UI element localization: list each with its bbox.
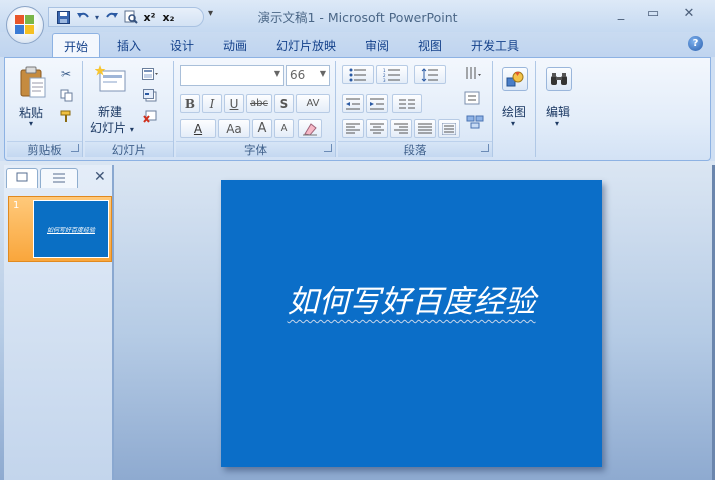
restore-button[interactable]: ▭ — [643, 6, 663, 21]
clear-formatting-icon[interactable] — [298, 119, 322, 138]
paragraph-caption: 段落 — [338, 141, 492, 157]
slides-tab-icon — [16, 172, 28, 182]
outline-tab-icon — [53, 173, 65, 183]
underline-button[interactable]: U — [224, 94, 244, 113]
new-slide-button[interactable]: 幻灯片 ▾ — [90, 119, 134, 136]
line-spacing-icon[interactable] — [414, 65, 446, 84]
slides-pane: ✕ 1 如何写好百度经验 — [4, 165, 114, 480]
reset-slide-icon[interactable] — [141, 87, 159, 103]
paragraph-group: 123 段落 — [338, 61, 493, 157]
tab-animations[interactable]: 动画 — [223, 37, 247, 54]
numbering-icon[interactable]: 123 — [376, 65, 408, 84]
font-launcher-icon[interactable] — [324, 144, 332, 152]
window-title: 演示文稿1 - Microsoft PowerPoint — [257, 10, 458, 25]
strikethrough-button[interactable]: abc — [246, 94, 272, 113]
clipboard-group: 粘贴 ▾ ✂ 剪贴板 — [7, 61, 83, 157]
drawing-icon — [502, 67, 528, 91]
slides-caption: 幻灯片 — [85, 141, 173, 157]
outline-tab[interactable] — [40, 168, 78, 188]
align-left-icon[interactable] — [342, 119, 364, 138]
align-text-icon[interactable] — [460, 90, 486, 106]
close-pane-icon[interactable]: ✕ — [94, 169, 106, 185]
ribbon-tabs: 开始 插入 设计 动画 幻灯片放映 审阅 视图 开发工具 ? — [0, 32, 715, 58]
distributed-icon[interactable] — [438, 119, 460, 138]
ribbon: 粘贴 ▾ ✂ 剪贴板 新建 幻灯片 ▾ 幻灯片 ▼ 66 ▼ B I U abc… — [4, 57, 711, 161]
minimize-button[interactable]: _ — [611, 6, 631, 21]
title-bar: ▾ x² x₂ ▾ 演示文稿1 - Microsoft PowerPoint _… — [0, 0, 715, 32]
drawing-group[interactable]: 绘图 ▾ — [495, 61, 536, 157]
tab-review[interactable]: 审阅 — [365, 37, 389, 54]
layout-icon[interactable] — [141, 66, 159, 82]
new-slide-label[interactable]: 新建 — [98, 103, 122, 120]
justify-icon[interactable] — [414, 119, 436, 138]
slide-title[interactable]: 如何写好百度经验 — [221, 276, 602, 321]
delete-slide-icon[interactable] — [141, 108, 159, 124]
font-caption: 字体 — [176, 141, 335, 157]
slides-tab[interactable] — [6, 168, 38, 188]
paste-dropdown-icon[interactable]: ▾ — [29, 119, 33, 128]
increase-indent-icon[interactable] — [366, 94, 388, 113]
slide-thumbnail-title: 如何写好百度经验 — [46, 226, 95, 234]
font-color-button[interactable]: A — [180, 119, 216, 138]
tab-view[interactable]: 视图 — [418, 37, 442, 54]
tab-slideshow[interactable]: 幻灯片放映 — [276, 37, 336, 54]
change-case-button[interactable]: Aa — [218, 119, 250, 138]
office-button[interactable] — [6, 6, 44, 44]
cut-icon[interactable]: ✂ — [57, 66, 75, 82]
grow-font-button[interactable]: A — [252, 119, 272, 138]
slides-group: 新建 幻灯片 ▾ 幻灯片 — [85, 61, 174, 157]
bold-button[interactable]: B — [180, 94, 200, 113]
italic-button[interactable]: I — [202, 94, 222, 113]
bullets-icon[interactable] — [342, 65, 374, 84]
paste-icon[interactable] — [19, 66, 47, 100]
align-right-icon[interactable] — [390, 119, 412, 138]
character-spacing-button[interactable]: AV — [296, 94, 330, 113]
text-shadow-button[interactable]: S — [274, 94, 294, 113]
font-name-combobox[interactable]: ▼ — [180, 65, 284, 86]
editing-button[interactable]: 编辑 — [546, 103, 570, 120]
smartart-icon[interactable] — [462, 114, 488, 130]
slide-thumbnail-row[interactable]: 1 如何写好百度经验 — [8, 196, 112, 262]
decrease-indent-icon[interactable] — [342, 94, 364, 113]
svg-text:3: 3 — [383, 78, 386, 82]
tab-insert[interactable]: 插入 — [117, 37, 141, 54]
new-slide-icon[interactable] — [94, 65, 127, 95]
tab-design[interactable]: 设计 — [170, 37, 194, 54]
clipboard-caption: 剪贴板 — [7, 141, 82, 157]
clipboard-launcher-icon[interactable] — [71, 144, 79, 152]
columns-icon[interactable] — [392, 94, 422, 113]
copy-icon[interactable] — [57, 87, 75, 103]
drawing-dropdown-icon[interactable]: ▾ — [511, 119, 515, 128]
drawing-button[interactable]: 绘图 — [502, 103, 526, 120]
binoculars-icon — [546, 67, 572, 91]
workspace: ✕ 1 如何写好百度经验 如何写好百度经验 — [0, 161, 715, 480]
tab-home[interactable]: 开始 — [52, 33, 100, 58]
shrink-font-button[interactable]: A — [274, 119, 294, 138]
office-logo-icon — [15, 15, 35, 35]
font-size-combobox[interactable]: 66 ▼ — [286, 65, 330, 86]
close-button[interactable]: ✕ — [679, 6, 699, 21]
align-center-icon[interactable] — [366, 119, 388, 138]
paragraph-launcher-icon[interactable] — [481, 144, 489, 152]
text-direction-icon[interactable] — [460, 65, 486, 81]
font-group: ▼ 66 ▼ B I U abc S AV A Aa A A 字体 — [176, 61, 336, 157]
slide-thumbnail[interactable]: 如何写好百度经验 — [33, 200, 109, 258]
editing-dropdown-icon[interactable]: ▾ — [555, 119, 559, 128]
editing-group[interactable]: 编辑 ▾ — [538, 61, 580, 157]
format-painter-icon[interactable] — [57, 108, 75, 124]
slide-canvas[interactable]: 如何写好百度经验 — [221, 180, 602, 467]
tab-developer[interactable]: 开发工具 — [471, 37, 519, 54]
slide-number: 1 — [13, 200, 20, 211]
help-icon[interactable]: ? — [688, 36, 703, 51]
